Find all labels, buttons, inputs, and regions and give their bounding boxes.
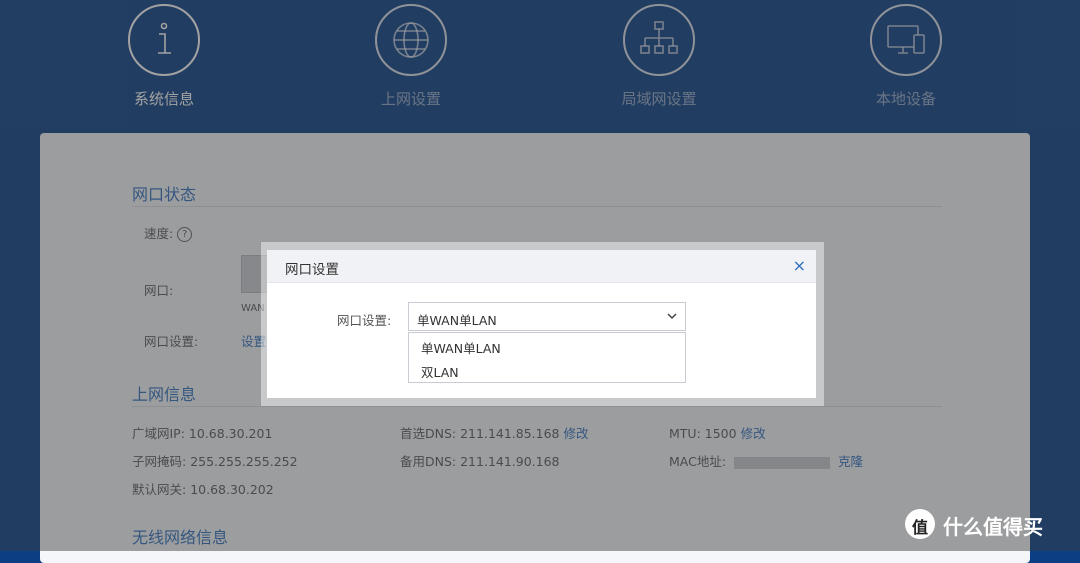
select-value: 单WAN单LAN [417, 313, 497, 328]
watermark-logo: 值 [905, 509, 935, 539]
watermark: 值 什么值得买 [905, 509, 1070, 539]
watermark-logo-text: 值 [911, 518, 928, 537]
dialog-header: 网口设置 × [267, 250, 816, 283]
port-setting-field-label: 网口设置: [337, 313, 392, 328]
watermark-text: 什么值得买 [943, 515, 1043, 539]
option-single-wan-single-lan[interactable]: 单WAN单LAN [421, 338, 501, 357]
dialog-title: 网口设置 [285, 262, 339, 278]
port-mode-select[interactable]: 单WAN单LAN [408, 302, 686, 331]
select-options: 单WAN单LAN 双LAN [408, 332, 686, 383]
close-icon[interactable]: × [793, 256, 806, 275]
port-settings-dialog: 网口设置 × 网口设置: 单WAN单LAN 单WAN单LAN 双LAN [267, 250, 816, 398]
option-dual-lan[interactable]: 双LAN [421, 362, 459, 381]
chevron-down-icon [667, 313, 677, 320]
